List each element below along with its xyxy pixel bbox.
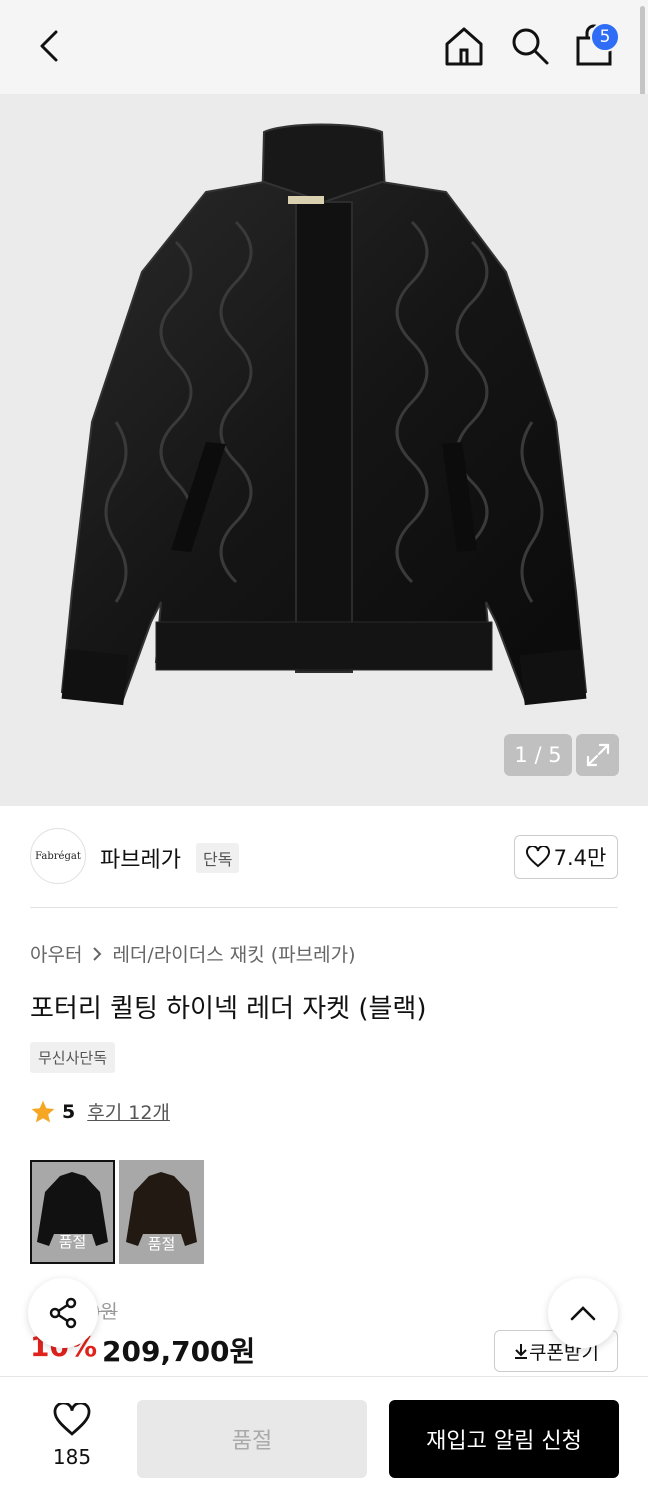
heart-icon <box>53 1401 91 1436</box>
cart-count-badge: 5 <box>590 22 620 52</box>
breadcrumb: 아우터 레더/라이더스 재킷 (파브레가) <box>30 940 356 967</box>
brand-logo[interactable]: Fabrégat <box>30 828 86 884</box>
wishlist-button[interactable]: 185 <box>30 1401 114 1469</box>
rating-score: 5 <box>62 1100 76 1123</box>
variant-thumbnail-brown[interactable]: 품절 <box>119 1160 204 1264</box>
rating-row: 5 후기 12개 <box>30 1098 170 1125</box>
chevron-left-icon[interactable] <box>30 26 70 66</box>
download-icon <box>515 1344 528 1359</box>
brand-name[interactable]: 파브레가 <box>100 842 181 874</box>
brand-row[interactable]: Fabrégat 파브레가 단독 7.4만 <box>0 806 648 908</box>
star-icon <box>31 1100 55 1122</box>
review-link[interactable]: 후기 12개 <box>87 1098 170 1125</box>
chevron-right-icon <box>93 946 102 961</box>
brand-exclusive-tag: 단독 <box>196 843 240 873</box>
divider <box>30 907 618 908</box>
share-icon <box>49 1297 77 1329</box>
sale-price: 209,700원 <box>102 1335 256 1368</box>
brand-like-button[interactable]: 7.4만 <box>514 835 618 879</box>
product-title: 포터리 퀼팅 하이넥 레더 자켓 (블랙) <box>30 994 427 1024</box>
product-image[interactable] <box>0 94 648 806</box>
color-variants: 품절 품절 <box>30 1160 204 1264</box>
home-icon[interactable] <box>442 24 486 68</box>
breadcrumb-item-category[interactable]: 레더/라이더스 재킷 (파브레가) <box>112 940 355 967</box>
chevron-up-icon <box>570 1306 596 1321</box>
wishlist-count: 185 <box>52 1445 92 1469</box>
heart-icon <box>525 846 550 868</box>
leather-jacket-image <box>60 123 588 706</box>
exclusive-badge: 무신사단독 <box>30 1042 116 1073</box>
scroll-to-top-button[interactable] <box>548 1278 618 1348</box>
bottom-action-bar: 185 품절 재입고 알림 신청 <box>0 1376 648 1500</box>
image-pager: 1 / 5 <box>504 734 572 776</box>
variant-soldout-label: 품절 <box>58 1233 87 1251</box>
scrollbar[interactable] <box>640 6 645 98</box>
expand-icon[interactable] <box>576 734 619 776</box>
search-icon[interactable] <box>508 24 552 68</box>
brand-like-count: 7.4만 <box>553 846 607 870</box>
top-navigation-bar: 5 <box>0 0 648 98</box>
breadcrumb-item-outer[interactable]: 아우터 <box>30 940 82 967</box>
variant-thumbnail-black[interactable]: 품절 <box>30 1160 115 1264</box>
share-button[interactable] <box>28 1278 98 1348</box>
variant-soldout-label: 품절 <box>147 1235 176 1253</box>
restock-alert-button[interactable]: 재입고 알림 신청 <box>389 1400 619 1478</box>
soldout-button[interactable]: 품절 <box>137 1400 367 1478</box>
